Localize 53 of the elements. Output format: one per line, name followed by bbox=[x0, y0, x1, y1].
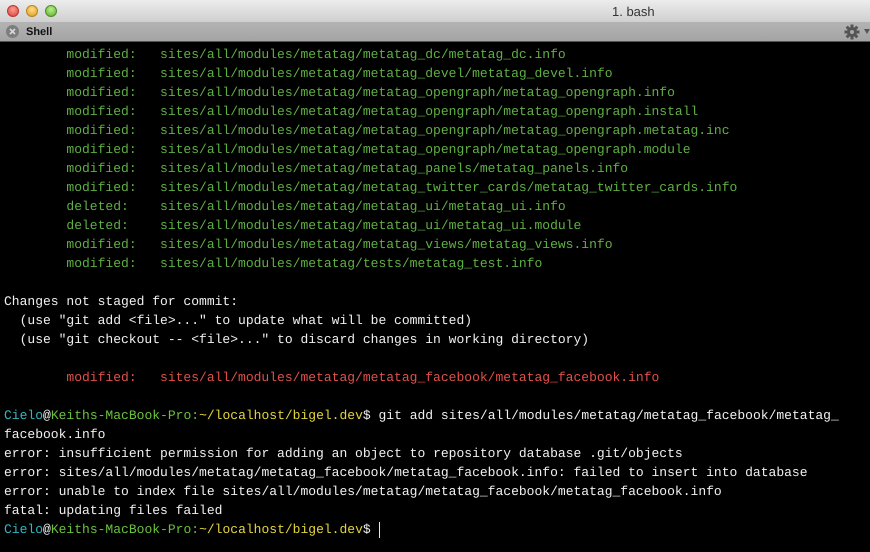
change-status: modified: bbox=[66, 84, 138, 102]
output-line: error: unable to index file sites/all/modules/metatag/metatag_facebook/metatag_facebook.info bbox=[4, 483, 722, 501]
file-path: sites/all/modules/metatag/metatag_opengraph/metatag_opengraph.metatag.inc bbox=[160, 122, 730, 140]
change-status: deleted: bbox=[66, 198, 130, 216]
shell-tab[interactable]: Shell bbox=[0, 25, 52, 38]
change-status: modified: bbox=[66, 65, 138, 83]
command-text: git add sites/all/modules/metatag/metatag_facebook/metatag_ bbox=[378, 407, 839, 425]
change-status: modified: bbox=[66, 160, 138, 178]
prompt-user: Cielo bbox=[4, 407, 44, 425]
file-path: sites/all/modules/metatag/metatag_dc/metatag_dc.info bbox=[160, 46, 566, 64]
zoom-button[interactable] bbox=[45, 5, 57, 17]
hint-line: (use "git checkout -- <file>..." to discard changes in working directory) bbox=[20, 331, 590, 349]
prompt-symbol: $ bbox=[362, 521, 371, 539]
change-status: deleted: bbox=[66, 217, 130, 235]
file-path: sites/all/modules/metatag/metatag_devel/metatag_devel.info bbox=[160, 65, 612, 83]
settings-icon[interactable] bbox=[844, 24, 860, 40]
prompt-host: Keiths-MacBook-Pro: bbox=[50, 521, 200, 539]
change-status: modified: bbox=[66, 103, 138, 121]
close-button[interactable] bbox=[7, 5, 19, 17]
output-line: error: insufficient permission for adding an object to repository database .git/objects bbox=[4, 445, 683, 463]
output-line: fatal: updating files failed bbox=[4, 502, 222, 520]
file-path: sites/all/modules/metatag/metatag_opengraph/metatag_opengraph.install bbox=[160, 103, 698, 121]
output-line: facebook.info bbox=[4, 426, 106, 444]
output-line: error: sites/all/modules/metatag/metatag_facebook/metatag_facebook.info: failed to insert into database bbox=[4, 464, 808, 482]
prompt-symbol: $ bbox=[362, 407, 371, 425]
minimize-button[interactable] bbox=[26, 5, 38, 17]
change-status: modified: bbox=[66, 141, 138, 159]
file-path: sites/all/modules/metatag/metatag_views/metatag_views.info bbox=[160, 236, 612, 254]
file-path: sites/all/modules/metatag/metatag_opengraph/metatag_opengraph.module bbox=[160, 141, 691, 159]
file-path: sites/all/modules/metatag/metatag_ui/metatag_ui.module bbox=[160, 217, 582, 235]
output-line: Changes not staged for commit: bbox=[4, 293, 238, 311]
caret-icon[interactable] bbox=[864, 29, 870, 34]
window-title: 1. bash bbox=[612, 4, 655, 18]
file-path: sites/all/modules/metatag/tests/metatag_test.info bbox=[160, 255, 542, 273]
file-path: sites/all/modules/metatag/metatag_ui/metatag_ui.info bbox=[160, 198, 566, 216]
change-status: modified: bbox=[66, 255, 138, 273]
file-path: sites/all/modules/metatag/metatag_facebook/metatag_facebook.info bbox=[160, 369, 660, 387]
close-icon[interactable] bbox=[6, 25, 19, 38]
file-path: sites/all/modules/metatag/metatag_opengraph/metatag_opengraph.info bbox=[160, 84, 675, 102]
prompt-host: Keiths-MacBook-Pro: bbox=[50, 407, 200, 425]
file-path: sites/all/modules/metatag/metatag_panels/metatag_panels.info bbox=[160, 160, 628, 178]
change-status: modified: bbox=[66, 236, 138, 254]
change-status: modified: bbox=[66, 122, 138, 140]
hint-line: (use "git add <file>..." to update what will be committed) bbox=[20, 312, 472, 330]
change-status: modified: bbox=[66, 46, 138, 64]
file-path: sites/all/modules/metatag/metatag_twitter_cards/metatag_twitter_cards.info bbox=[160, 179, 738, 197]
prompt-at: @ bbox=[43, 407, 51, 425]
prompt-path: ~/localhost/bigel.dev bbox=[199, 521, 363, 539]
change-status: modified: bbox=[66, 369, 138, 387]
prompt-user: Cielo bbox=[4, 521, 44, 539]
prompt-path: ~/localhost/bigel.dev bbox=[199, 407, 363, 425]
prompt-at: @ bbox=[43, 521, 51, 539]
change-status: modified: bbox=[66, 179, 138, 197]
